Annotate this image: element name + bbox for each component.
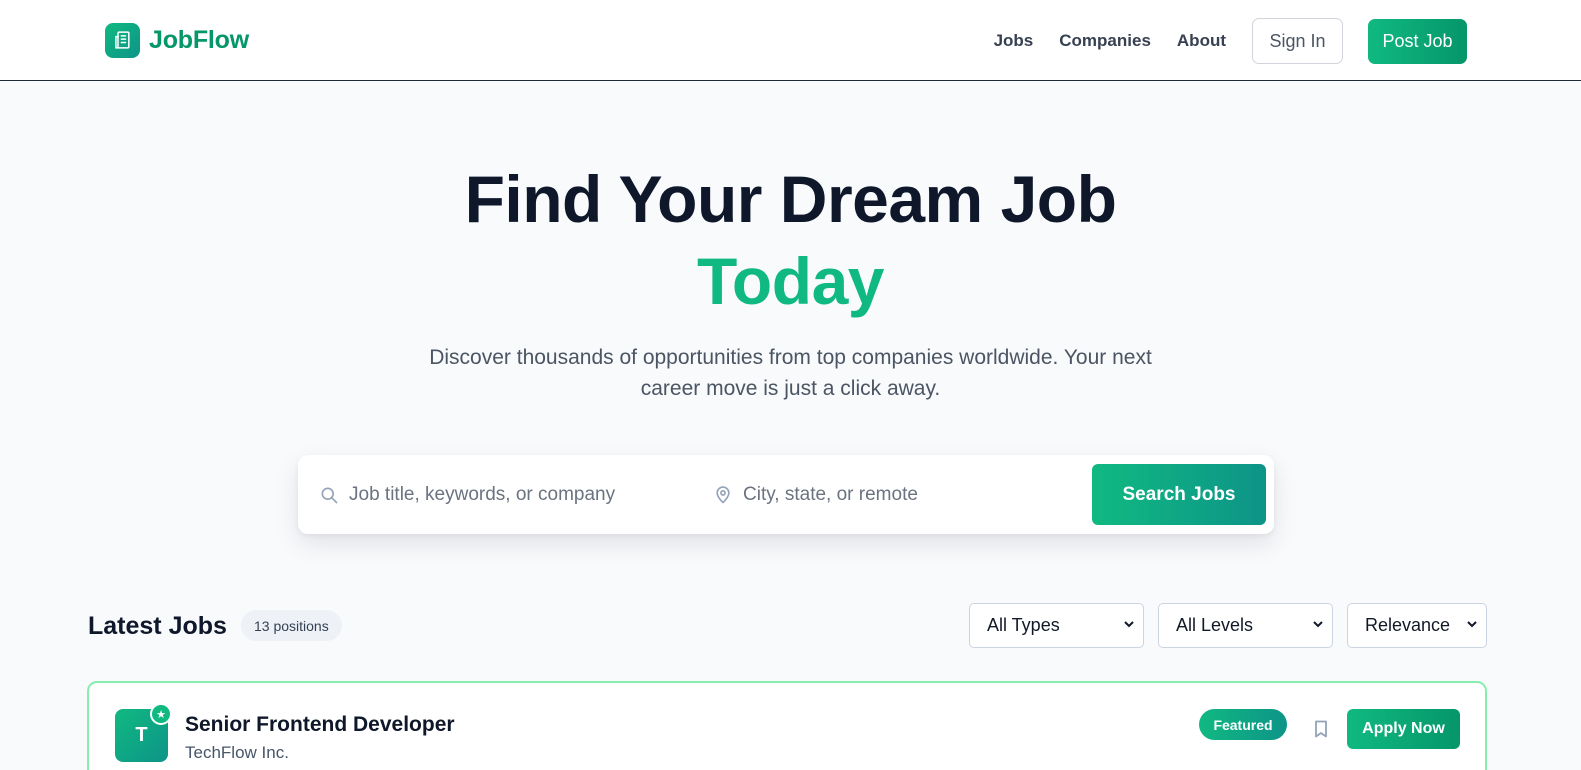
map-pin-icon	[712, 484, 734, 506]
search-bar: Search Jobs	[298, 455, 1274, 534]
site-header: JobFlow Jobs Companies About Sign In Pos…	[0, 0, 1581, 81]
job-level-value: All Levels	[1176, 615, 1254, 635]
job-level-select[interactable]: All Levels	[1158, 603, 1333, 648]
job-filters: All Types All Levels Relevance	[969, 603, 1487, 648]
apply-now-button[interactable]: Apply Now	[1347, 709, 1460, 749]
brand-name: JobFlow	[149, 25, 249, 54]
bookmark-icon[interactable]	[1311, 719, 1331, 739]
star-icon: ★	[150, 703, 172, 725]
building-icon	[105, 22, 140, 58]
job-card[interactable]: T ★ Senior Frontend Developer TechFlow I…	[87, 681, 1487, 770]
sort-select[interactable]: Relevance	[1347, 603, 1487, 648]
keyword-search-field	[318, 455, 669, 534]
location-search-field	[712, 455, 1063, 534]
hero-title: Find Your Dream Job	[464, 162, 1117, 236]
sign-in-button[interactable]: Sign In	[1252, 18, 1343, 64]
chevron-down-icon	[1466, 618, 1478, 633]
post-job-button[interactable]: Post Job	[1368, 18, 1467, 64]
job-title[interactable]: Senior Frontend Developer	[185, 713, 455, 737]
chevron-down-icon	[1123, 618, 1135, 633]
sort-value: Relevance	[1365, 615, 1451, 635]
job-type-select[interactable]: All Types	[969, 603, 1144, 648]
keyword-search-input[interactable]	[349, 483, 669, 506]
hero-subtitle: Discover thousands of opportunities from…	[429, 346, 1152, 400]
nav-link-companies[interactable]: Companies	[1059, 31, 1151, 51]
location-search-input[interactable]	[743, 483, 1063, 506]
brand-logo[interactable]: JobFlow	[105, 22, 249, 58]
positions-count-badge: 13 positions	[241, 610, 342, 641]
featured-badge: Featured	[1199, 709, 1287, 740]
search-jobs-button[interactable]: Search Jobs	[1092, 464, 1266, 525]
nav-link-jobs[interactable]: Jobs	[994, 31, 1034, 51]
latest-jobs-heading: Latest Jobs	[88, 612, 227, 640]
main-nav: Jobs Companies About Sign In Post Job	[994, 18, 1467, 64]
search-icon	[318, 484, 340, 506]
job-company: TechFlow Inc.	[185, 743, 289, 762]
hero-title-highlight: Today	[697, 244, 884, 318]
chevron-down-icon	[1312, 618, 1324, 633]
job-type-value: All Types	[987, 615, 1060, 635]
nav-link-about[interactable]: About	[1177, 31, 1226, 51]
